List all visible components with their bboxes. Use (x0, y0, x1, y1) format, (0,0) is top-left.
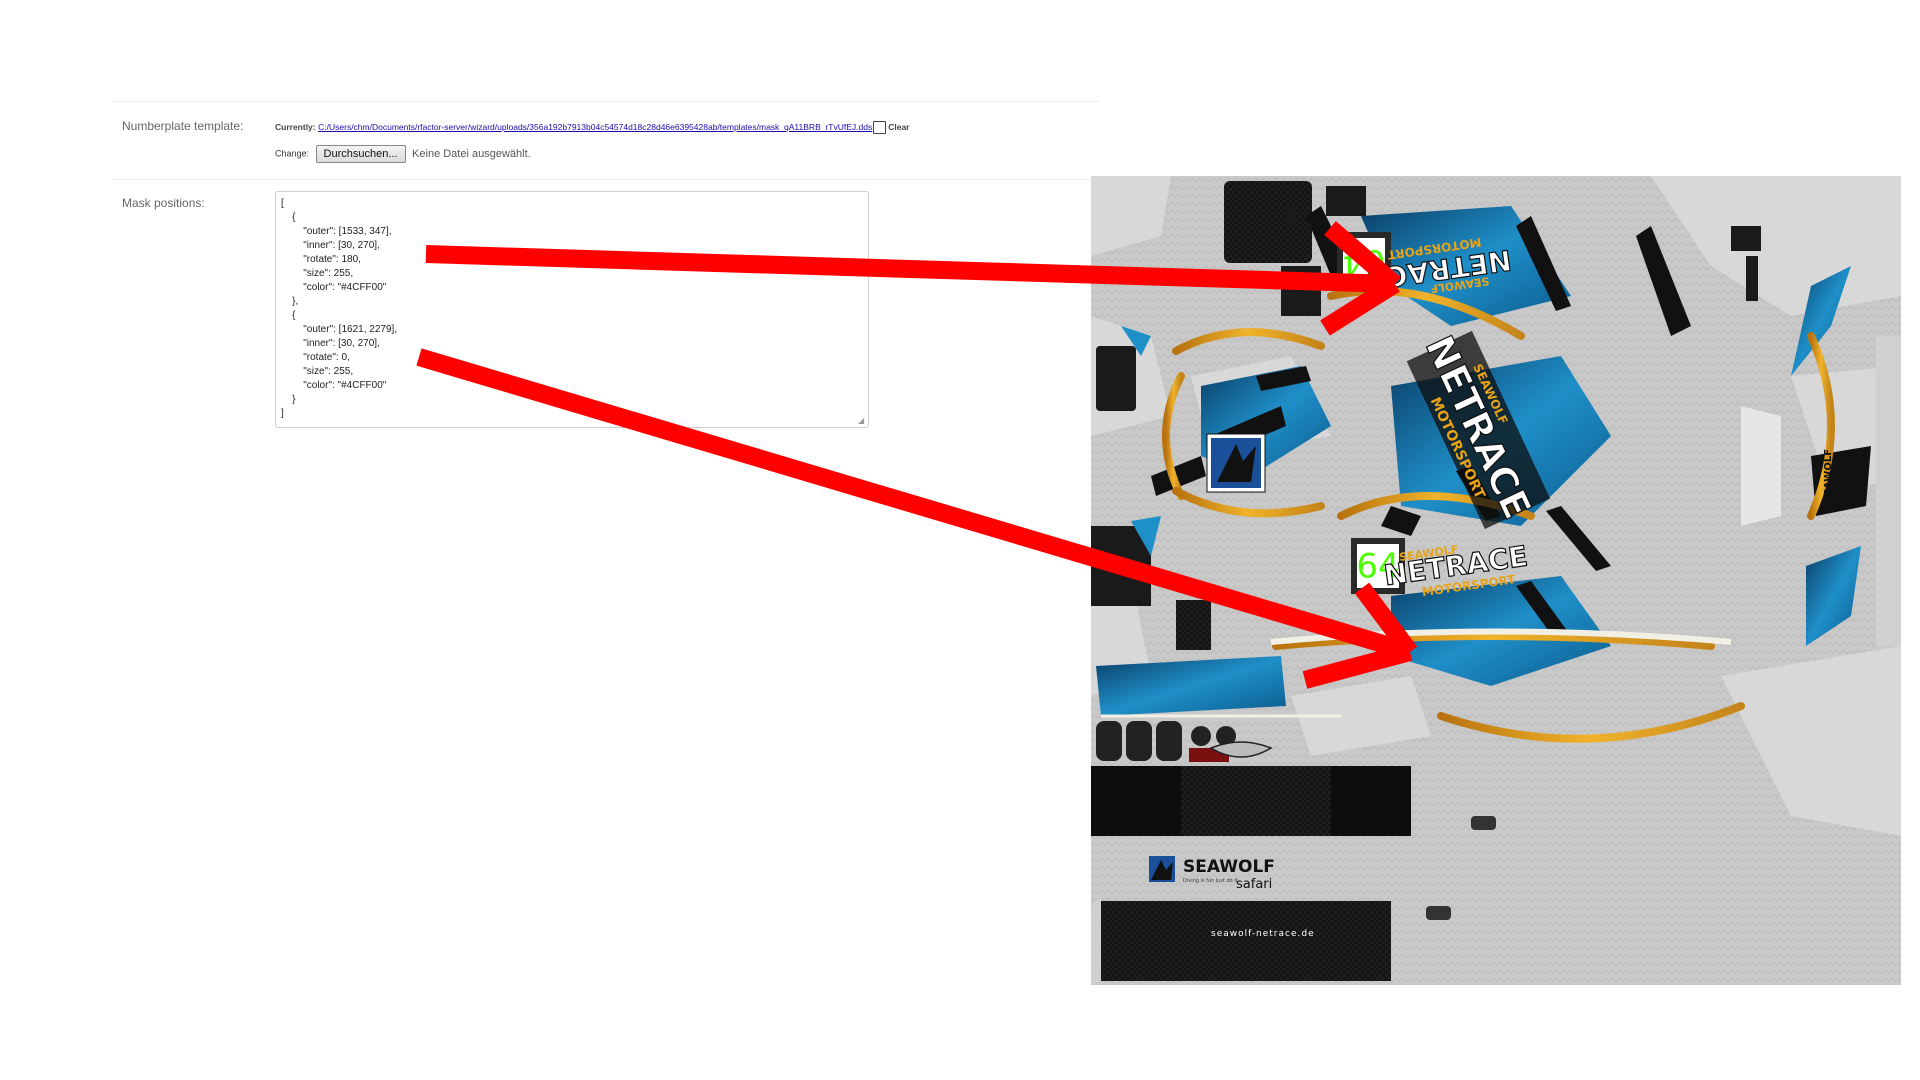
safari-text: safari (1236, 877, 1272, 892)
seawolf-logo-text: SEAWOLF (1183, 857, 1275, 877)
upload-form: Numberplate template: Currently: C:/User… (112, 101, 1100, 441)
numberplate-template-row: Numberplate template: Currently: C:/User… (112, 101, 1100, 180)
current-file-link[interactable]: C:/Users/chm/Documents/rfactor-server/wi… (318, 122, 872, 132)
wolf-badge (1206, 433, 1266, 493)
change-label: Change: (275, 148, 310, 159)
livery-texture-svg: 64 64 NETRACE SEAWOLF MOTORSPORT NETRACE… (1091, 176, 1901, 985)
currently-label: Currently: (275, 121, 316, 132)
mask-positions-textarea[interactable]: [ { "outer": [1533, 347], "inner": [30, … (275, 191, 869, 428)
seawolf-tagline: Diving is fun just do it (1183, 878, 1238, 884)
mask-positions-row: Mask positions: [ { "outer": [1533, 347]… (112, 179, 1100, 442)
clear-checkbox[interactable] (873, 121, 887, 134)
clear-label: Clear (888, 121, 910, 132)
change-file-widget: Change: Durchsuchen... Keine Datei ausge… (275, 145, 531, 163)
side-seawolf-text: SEAWOLF (1823, 449, 1834, 503)
livery-texture-preview: 64 64 NETRACE SEAWOLF MOTORSPORT NETRACE… (1091, 176, 1901, 985)
side-safari-text: safari (1835, 465, 1844, 487)
mask-positions-value: [ { "outer": [1533, 347], "inner": [30, … (281, 198, 398, 419)
mask-positions-label: Mask positions: (122, 196, 205, 210)
resize-grip-icon[interactable]: ◢ (858, 417, 866, 425)
browse-button[interactable]: Durchsuchen... (315, 145, 406, 163)
numberplate-template-label: Numberplate template: (122, 119, 244, 133)
no-file-text: Keine Datei ausgewählt. (412, 148, 531, 160)
current-file-widget: Currently: C:/Users/chm/Documents/rfacto… (275, 121, 909, 134)
livery-url-text: seawolf-netrace.de (1211, 929, 1315, 939)
